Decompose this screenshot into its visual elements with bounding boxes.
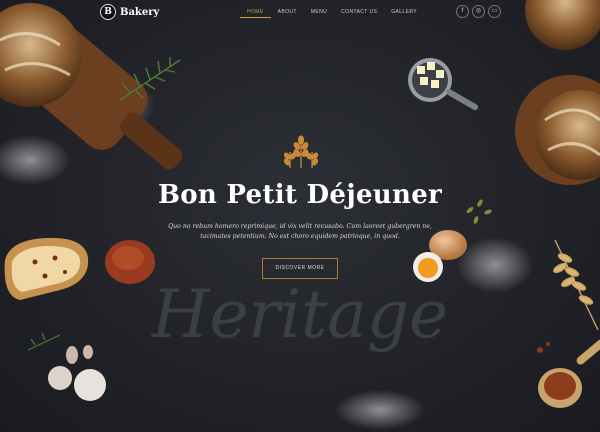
nav-menu[interactable]: MENU (304, 9, 334, 18)
main-nav: HOME ABOUT MENU CONTACT US GALLERY (240, 9, 424, 18)
nav-gallery[interactable]: GALLERY (384, 9, 424, 18)
instagram-icon[interactable]: ◎ (472, 5, 485, 18)
discover-more-button[interactable]: DISCOVER MORE (262, 258, 338, 279)
hero-section: B Bakery HOME ABOUT MENU CONTACT US GALL… (0, 0, 600, 432)
facebook-icon[interactable]: f (456, 5, 469, 18)
subtitle-line-2: tacimates petentium. No est choro equide… (200, 233, 400, 240)
social-links: f ◎ ▭ (456, 5, 501, 18)
food-decoration (0, 0, 600, 430)
logo-text: Bakery (120, 6, 160, 18)
nav-about[interactable]: ABOUT (271, 9, 304, 18)
nav-contact-us[interactable]: CONTACT US (334, 9, 384, 18)
tripadvisor-icon[interactable]: ▭ (488, 5, 501, 18)
page-title: Bon Petit Déjeuner (157, 180, 443, 210)
heritage-watermark: Heritage (151, 276, 449, 353)
subtitle-line-1: Quo no rebum homero reprimique, id vix v… (168, 223, 432, 230)
brand-logo[interactable]: B Bakery (100, 4, 159, 20)
wheat-icon (283, 135, 319, 168)
logo-badge: B (100, 4, 116, 20)
hero-subtitle: Quo no rebum homero reprimique, id vix v… (150, 222, 450, 242)
nav-home[interactable]: HOME (240, 9, 271, 18)
